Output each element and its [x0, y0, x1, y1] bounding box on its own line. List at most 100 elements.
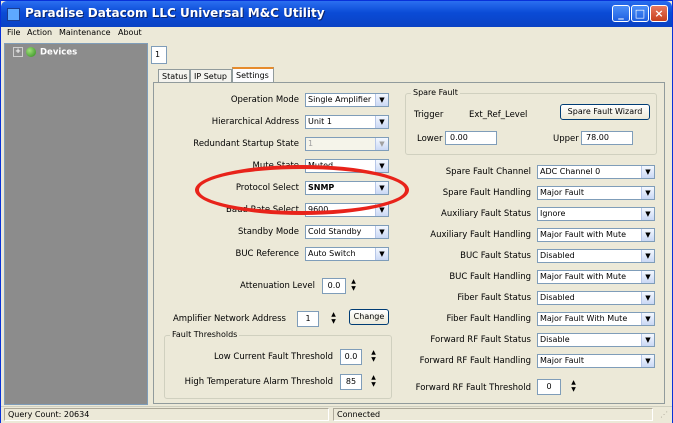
forward-rf-fault-status-value: Disable — [540, 335, 570, 344]
buc-fault-handling-select[interactable]: Major Fault with Mute ▼ — [537, 270, 655, 284]
forward-rf-fault-handling-label: Forward RF Fault Handling — [419, 356, 531, 366]
tree-node-devices[interactable]: + Devices — [13, 47, 77, 58]
status-bar: Query Count: 20634 Connected ⋰ — [1, 406, 672, 423]
tree-node-label: Devices — [40, 47, 78, 58]
protocol-highlight-ellipse — [195, 165, 409, 215]
buc-fault-status-select[interactable]: Disabled ▼ — [537, 249, 655, 263]
fiber-fault-handling-value: Major Fault With Mute — [540, 314, 628, 323]
app-icon — [7, 8, 20, 21]
chevron-down-icon[interactable]: ▼ — [641, 355, 654, 367]
title-bar[interactable]: Paradise Datacom LLC Universal M&C Utili… — [1, 1, 672, 27]
attenuation-level-label: Attenuation Level — [240, 281, 315, 291]
redundant-startup-value: 1 — [308, 139, 314, 148]
app-window: Paradise Datacom LLC Universal M&C Utili… — [0, 0, 673, 423]
globe-icon — [26, 47, 36, 57]
hierarchical-address-select[interactable]: Unit 1 ▼ — [305, 115, 389, 129]
spare-fault-title: Spare Fault — [411, 88, 460, 97]
fiber-fault-status-value: Disabled — [540, 293, 575, 302]
chevron-down-icon[interactable]: ▼ — [641, 313, 654, 325]
buc-reference-select[interactable]: Auto Switch ▼ — [305, 247, 389, 261]
chevron-down-icon[interactable]: ▼ — [375, 226, 388, 238]
auxiliary-fault-status-label: Auxiliary Fault Status — [441, 209, 531, 219]
tab-status[interactable]: Status — [158, 69, 190, 83]
network-address-spin-buttons[interactable]: ▲ ▼ — [328, 311, 339, 327]
attenuation-level-input[interactable]: 0.0 — [322, 278, 346, 294]
fiber-fault-status-label: Fiber Fault Status — [457, 293, 531, 303]
device-tree[interactable]: + Devices — [4, 43, 148, 405]
spare-fault-channel-label: Spare Fault Channel — [445, 167, 531, 177]
chevron-down-icon[interactable]: ▼ — [641, 166, 654, 178]
spare-fault-wizard-button[interactable]: Spare Fault Wizard — [560, 104, 650, 120]
chevron-down-icon[interactable]: ▼ — [375, 116, 388, 128]
forward-rf-fault-status-select[interactable]: Disable ▼ — [537, 333, 655, 347]
change-address-button[interactable]: Change — [349, 309, 389, 325]
buc-reference-label: BUC Reference — [235, 249, 300, 259]
high-temp-spin-buttons[interactable]: ▲ ▼ — [368, 374, 379, 390]
redundant-startup-select: 1 ▼ — [305, 137, 389, 151]
auxiliary-fault-handling-value: Major Fault with Mute — [540, 230, 627, 239]
chevron-down-icon[interactable]: ▼ — [375, 248, 388, 260]
forward-rf-spin-buttons[interactable]: ▲ ▼ — [568, 379, 579, 395]
chevron-down-icon[interactable]: ▼ — [641, 250, 654, 262]
standby-mode-value: Cold Standby — [308, 227, 362, 236]
spare-fault-channel-select[interactable]: ADC Channel 0 ▼ — [537, 165, 655, 179]
operation-mode-value: Single Amplifier — [308, 95, 372, 104]
close-button[interactable]: × — [650, 5, 668, 22]
low-current-threshold-input[interactable]: 0.0 — [340, 349, 362, 365]
chevron-down-icon[interactable]: ▼ — [641, 292, 654, 304]
auxiliary-fault-status-select[interactable]: Ignore ▼ — [537, 207, 655, 221]
high-temp-threshold-input[interactable]: 85 — [340, 374, 362, 390]
low-current-spin-buttons[interactable]: ▲ ▼ — [368, 349, 379, 365]
chevron-down-icon[interactable]: ▼ — [375, 160, 388, 172]
fiber-fault-status-select[interactable]: Disabled ▼ — [537, 291, 655, 305]
operation-mode-select[interactable]: Single Amplifier ▼ — [305, 93, 389, 107]
menu-maintenance[interactable]: Maintenance — [59, 28, 111, 37]
redundant-startup-label: Redundant Startup State — [193, 139, 299, 149]
spare-fault-handling-label: Spare Fault Handling — [442, 188, 531, 198]
forward-rf-fault-handling-select[interactable]: Major Fault ▼ — [537, 354, 655, 368]
chevron-down-icon[interactable]: ▼ — [641, 271, 654, 283]
chevron-down-icon[interactable]: ▼ — [641, 229, 654, 241]
fiber-fault-handling-select[interactable]: Major Fault With Mute ▼ — [537, 312, 655, 326]
tab-settings[interactable]: Settings — [232, 67, 274, 83]
chevron-down-icon: ▼ — [375, 138, 388, 150]
menu-action[interactable]: Action — [27, 28, 52, 37]
chevron-down-icon[interactable]: ▼ — [641, 208, 654, 220]
low-current-threshold-label: Low Current Fault Threshold — [213, 352, 333, 362]
chevron-down-icon[interactable]: ▼ — [641, 334, 654, 346]
connection-status: Connected — [333, 408, 653, 421]
fiber-fault-handling-label: Fiber Fault Handling — [446, 314, 531, 324]
minimize-button[interactable]: _ — [612, 5, 630, 22]
tab-ip-setup[interactable]: IP Setup — [190, 69, 232, 83]
attenuation-spin-buttons[interactable]: ▲ ▼ — [348, 278, 359, 294]
amplifier-network-address-input[interactable]: 1 — [297, 311, 319, 327]
lower-input[interactable]: 0.00 — [445, 131, 497, 145]
standby-mode-label: Standby Mode — [237, 227, 299, 237]
spare-fault-handling-select[interactable]: Major Fault ▼ — [537, 186, 655, 200]
upper-input[interactable]: 78.00 — [581, 131, 633, 145]
hierarchical-address-label: Hierarchical Address — [211, 117, 299, 127]
forward-rf-fault-status-label: Forward RF Fault Status — [430, 335, 531, 345]
auxiliary-fault-handling-select[interactable]: Major Fault with Mute ▼ — [537, 228, 655, 242]
forward-rf-threshold-label: Forward RF Fault Threshold — [415, 383, 531, 393]
fault-thresholds-title: Fault Thresholds — [170, 330, 240, 339]
chevron-down-icon[interactable]: ▼ — [375, 94, 388, 106]
maximize-button[interactable]: □ — [631, 5, 649, 22]
menu-about[interactable]: About — [118, 28, 142, 37]
forward-rf-threshold-input[interactable]: 0 — [537, 379, 561, 395]
spare-fault-group: Spare Fault — [405, 88, 657, 155]
unit-tab[interactable]: 1 — [151, 46, 167, 64]
resize-grip-icon[interactable]: ⋰ — [660, 410, 668, 419]
auxiliary-fault-status-value: Ignore — [540, 209, 566, 218]
expand-icon[interactable]: + — [13, 47, 23, 57]
query-count-status: Query Count: 20634 — [4, 408, 329, 421]
trigger-label: Trigger — [414, 110, 444, 120]
chevron-down-icon[interactable]: ▼ — [641, 187, 654, 199]
amplifier-network-address-label: Amplifier Network Address — [172, 314, 286, 324]
standby-mode-select[interactable]: Cold Standby ▼ — [305, 225, 389, 239]
buc-fault-status-value: Disabled — [540, 251, 575, 260]
spare-fault-handling-value: Major Fault — [540, 188, 584, 197]
trigger-value: Ext_Ref_Level — [469, 110, 528, 120]
spare-fault-channel-value: ADC Channel 0 — [540, 167, 601, 176]
menu-file[interactable]: File — [7, 28, 20, 37]
